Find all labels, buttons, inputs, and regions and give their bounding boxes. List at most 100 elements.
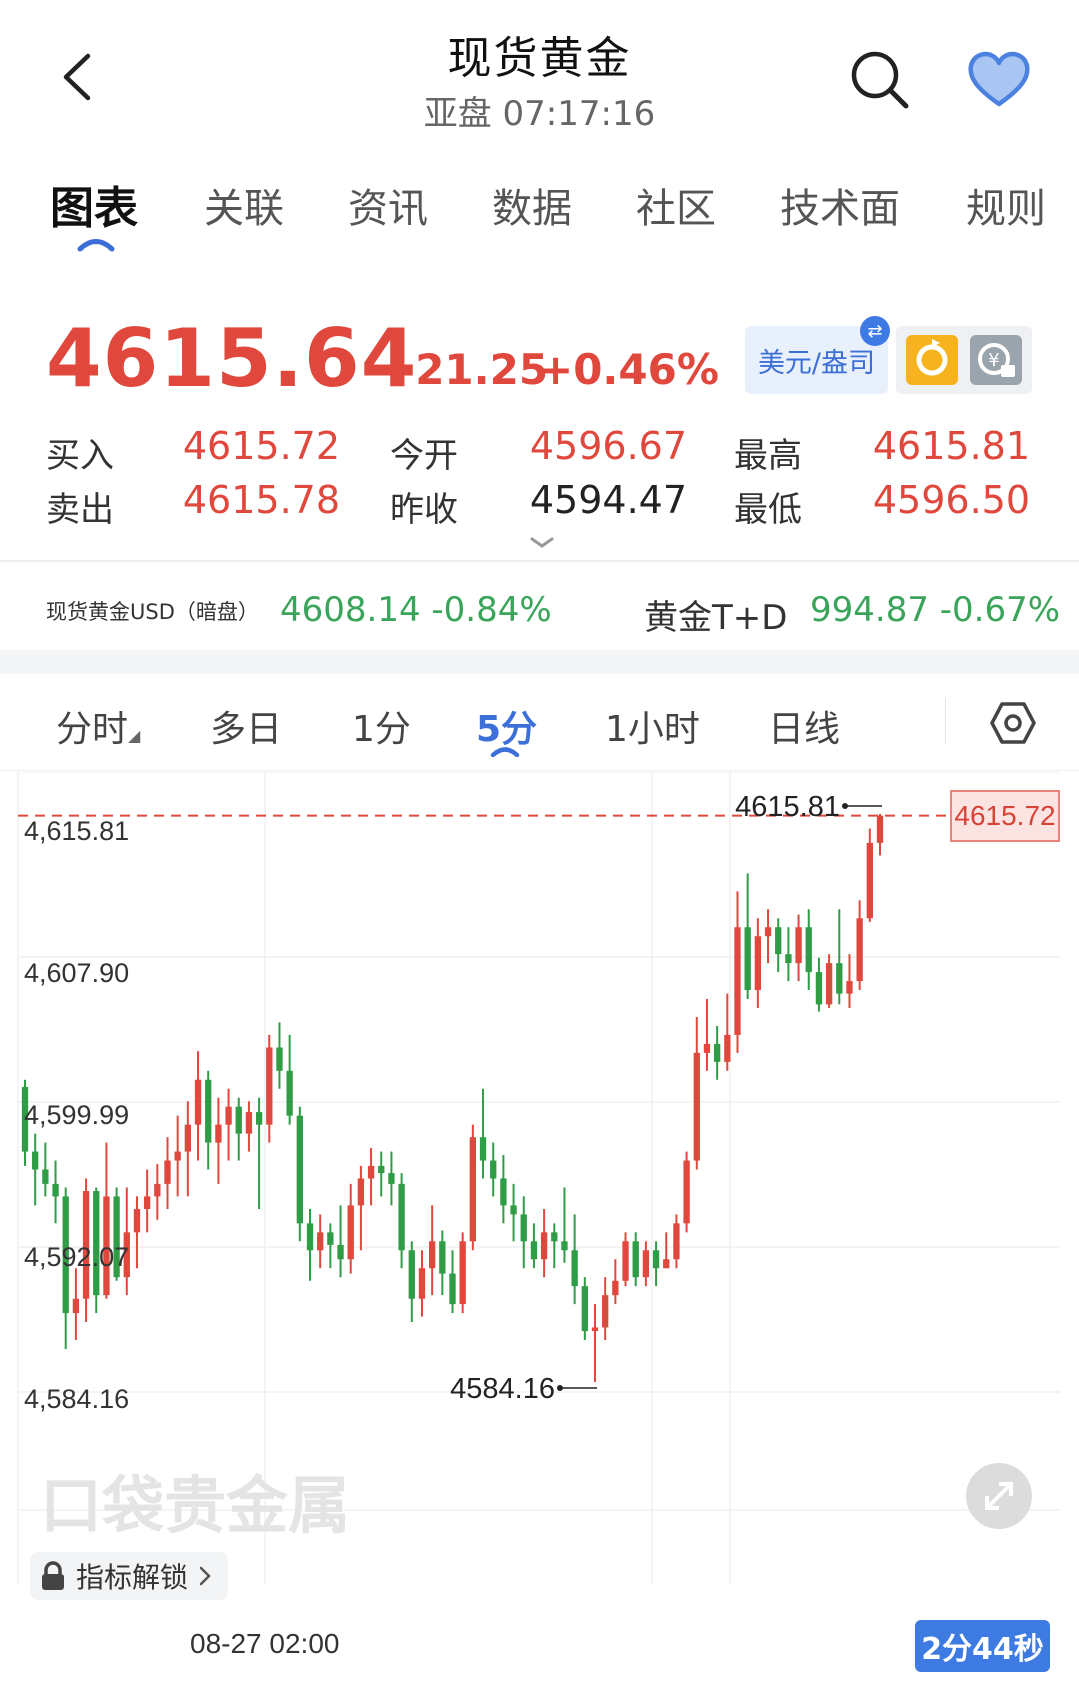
candle-body: [785, 954, 792, 964]
chevron-right-icon: [199, 1566, 211, 1586]
open-label: 今开: [390, 436, 458, 476]
settings-hexagon-icon[interactable]: [990, 700, 1036, 746]
tab-community[interactable]: 社区: [636, 176, 716, 234]
y-axis-tick-label: 4,584.16: [24, 1384, 129, 1414]
candle-body: [571, 1250, 578, 1287]
candle-body: [266, 1047, 273, 1125]
candle-body: [652, 1250, 660, 1269]
active-period-indicator: [490, 747, 520, 757]
search-icon[interactable]: [848, 48, 910, 110]
tab-related[interactable]: 关联: [204, 176, 284, 234]
candle-body: [184, 1124, 192, 1152]
currency-converter-icon[interactable]: ¥: [970, 335, 1022, 385]
related-label-td: 黄金T+D: [644, 598, 788, 638]
candle-body: [357, 1178, 365, 1206]
high-value: 4615.81: [872, 424, 1030, 468]
low-value: 4596.50: [872, 478, 1030, 522]
candle-body: [744, 927, 751, 991]
ask-label: 卖出: [46, 490, 114, 530]
low-marker-dot: [557, 1385, 563, 1391]
candle-body: [703, 1043, 711, 1053]
favorite-heart-icon[interactable]: [966, 50, 1032, 108]
tab-chart[interactable]: 图表: [50, 172, 138, 236]
candle-body: [225, 1106, 232, 1125]
active-tab-indicator: [77, 239, 115, 252]
candle-body: [52, 1183, 59, 1197]
candle-body: [795, 927, 802, 964]
related-value-usd[interactable]: 4608.14 -0.84%: [280, 590, 552, 630]
tab-news[interactable]: 资讯: [348, 176, 428, 234]
unlock-indicators-button[interactable]: 指标解锁: [30, 1552, 228, 1600]
session-time: 亚盘 07:17:16: [423, 94, 656, 134]
page-title: 现货黄金: [447, 33, 632, 84]
candle-body: [347, 1205, 354, 1260]
related-value-td[interactable]: 994.87 -0.67%: [810, 590, 1060, 630]
candle-body: [276, 1047, 283, 1071]
period-tab-multiday[interactable]: 多日: [210, 700, 282, 752]
candle-body: [805, 927, 812, 973]
candle-body: [205, 1079, 212, 1143]
tab-data[interactable]: 数据: [492, 176, 572, 234]
candle-body: [856, 918, 863, 982]
y-axis-tick-label: 4,599.99: [24, 1100, 129, 1130]
price-change: +21.25: [380, 345, 549, 394]
candle-body: [317, 1232, 324, 1251]
candle-body: [825, 963, 833, 1005]
expand-icon: [985, 1482, 1013, 1510]
candle-body: [836, 963, 843, 994]
y-axis-tick-label: 4,607.90: [24, 958, 129, 988]
low-marker-label: 4584.16: [450, 1373, 555, 1405]
tab-rules[interactable]: 规则: [966, 176, 1046, 234]
dropdown-triangle-icon: ◢: [128, 726, 141, 745]
candle-body: [530, 1241, 538, 1260]
candle-body: [367, 1165, 375, 1179]
section-gap: [0, 650, 1079, 674]
candle-body: [174, 1151, 181, 1161]
candle-body: [194, 1079, 202, 1125]
high-low-markers: 4615.81 4584.16: [450, 791, 882, 1405]
period-tab-label: 分时: [56, 709, 129, 750]
period-tab-daily[interactable]: 日线: [768, 700, 840, 752]
low-label: 最低: [734, 490, 802, 530]
svg-text:¥: ¥: [988, 350, 999, 371]
candle-body: [388, 1173, 395, 1184]
candle-body: [72, 1298, 80, 1314]
candle-body: [713, 1043, 721, 1062]
candle-body: [663, 1259, 670, 1269]
period-tab-1hour[interactable]: 1小时: [605, 700, 700, 752]
tab-technical[interactable]: 技术面: [780, 176, 900, 234]
chevron-down-icon[interactable]: [530, 536, 554, 550]
open-value: 4596.67: [529, 424, 687, 468]
candlestick-chart[interactable]: 口袋贵金属 4,615.81 4,607.90 4,599.99 4,592.07 4,…: [0, 772, 1079, 1622]
candle-body: [642, 1250, 650, 1278]
divider: [0, 560, 1079, 562]
candle-body: [459, 1241, 466, 1305]
bid-value: 4615.72: [182, 424, 340, 468]
candle-body: [428, 1241, 436, 1269]
candle-body: [866, 842, 873, 919]
period-tab-1min[interactable]: 1分: [352, 700, 411, 752]
candle-body: [876, 815, 884, 843]
last-price: 4615.64: [46, 312, 418, 405]
candle-body: [775, 927, 782, 955]
candle-body: [439, 1241, 446, 1274]
candle-body: [683, 1160, 690, 1224]
candle-body: [673, 1223, 680, 1260]
candle-body: [510, 1205, 517, 1215]
fullscreen-button[interactable]: [966, 1463, 1032, 1529]
related-label-usd: 现货黄金USD（暗盘）: [46, 600, 259, 624]
divider: [945, 698, 946, 744]
candle-body: [581, 1286, 588, 1332]
high-label: 最高: [734, 436, 802, 476]
candle-body: [561, 1241, 568, 1251]
chart-grid: [17, 772, 1060, 1584]
candle-body: [296, 1115, 303, 1224]
high-marker-dot: [842, 803, 848, 809]
current-price-tag: 4615.72: [950, 789, 1060, 842]
candle-body: [286, 1070, 293, 1116]
candle-body: [540, 1232, 548, 1260]
candle-body: [378, 1165, 385, 1174]
period-tab-timeshare[interactable]: 分时◢: [56, 700, 140, 752]
candle-body: [133, 1208, 141, 1233]
refresh-icon[interactable]: [906, 335, 958, 385]
